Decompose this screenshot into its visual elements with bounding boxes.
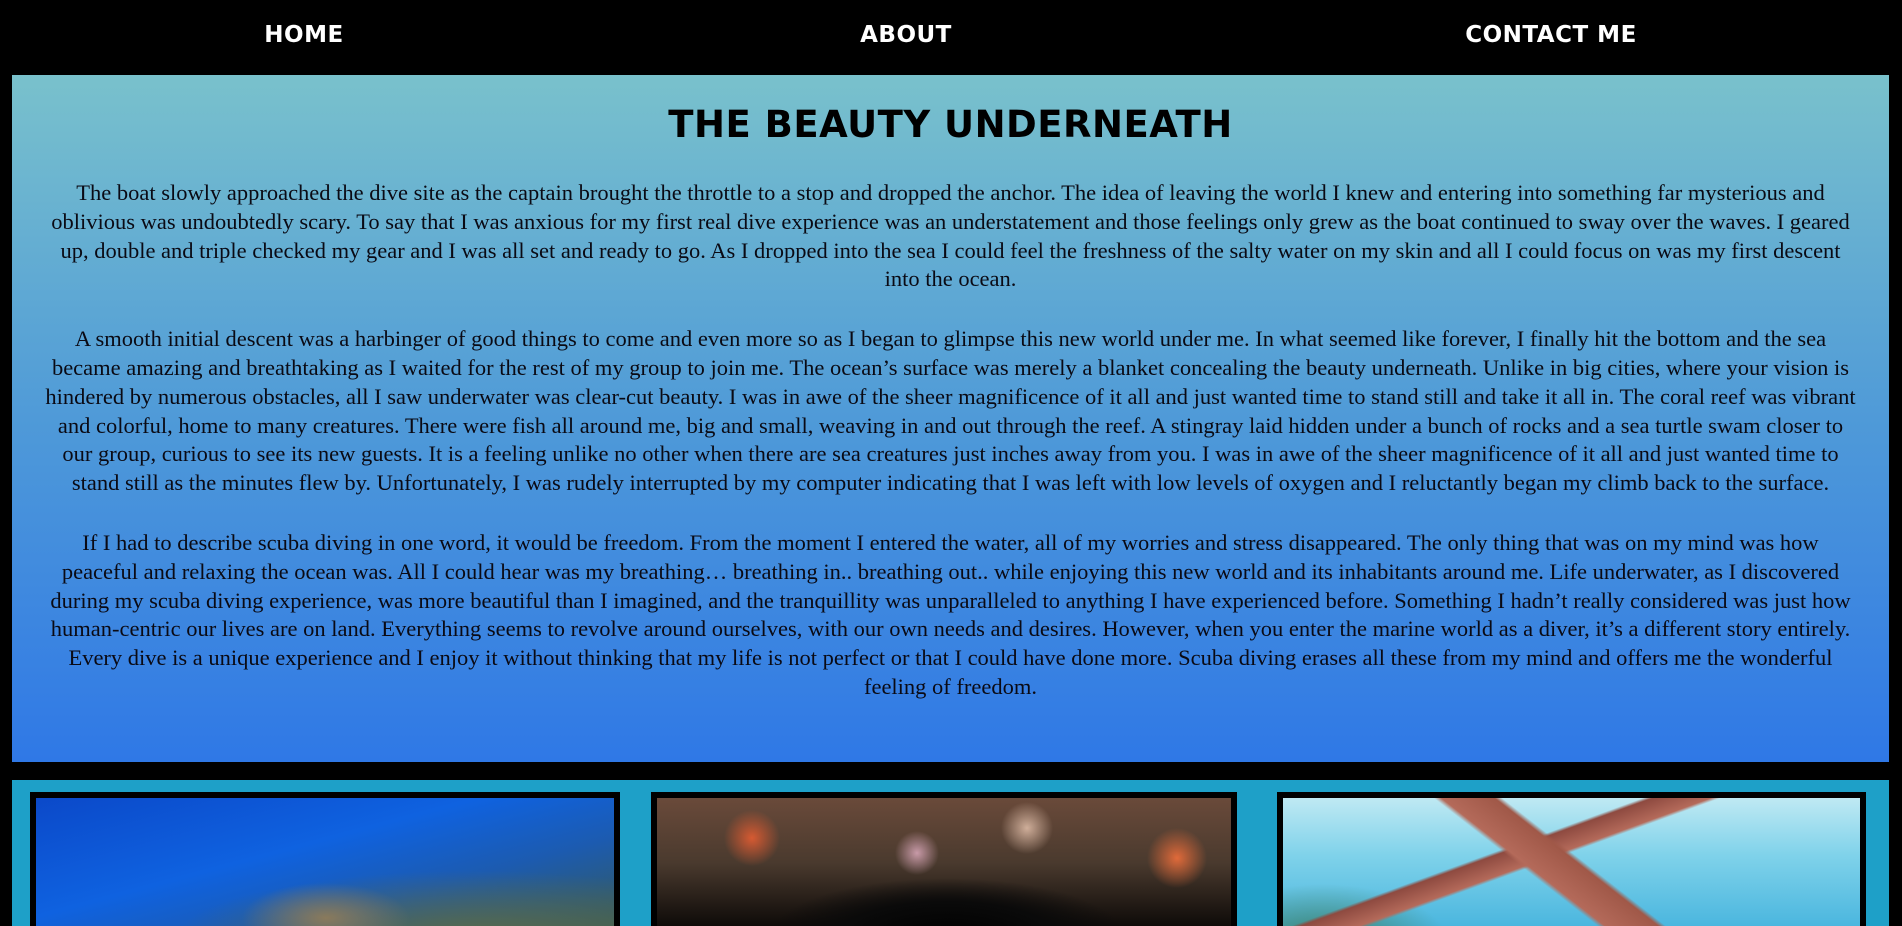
- photo-gallery: [12, 780, 1889, 926]
- article-paragraph: The boat slowly approached the dive site…: [51, 180, 1850, 292]
- article-paragraph: If I had to describe scuba diving in one…: [50, 529, 1851, 699]
- shipwreck-photo: [1283, 798, 1860, 926]
- sea-turtle-photo: [36, 798, 614, 926]
- nav-contact-link[interactable]: CONTACT ME: [1465, 22, 1637, 54]
- article-title: THE BEAUTY UNDERNEATH: [668, 103, 1233, 146]
- article-paragraph: A smooth initial descent was a harbinger…: [45, 326, 1856, 496]
- photo-frame: [30, 792, 620, 926]
- nav-home-link[interactable]: HOME: [264, 22, 343, 54]
- nav-about-link[interactable]: ABOUT: [860, 22, 952, 54]
- article-section: THE BEAUTY UNDERNEATH The boat slowly ap…: [12, 75, 1889, 762]
- coral-reef-photo: [657, 798, 1231, 926]
- top-navigation: HOME ABOUT CONTACT ME: [0, 0, 1902, 75]
- photo-frame: [1277, 792, 1866, 926]
- photo-frame: [651, 792, 1237, 926]
